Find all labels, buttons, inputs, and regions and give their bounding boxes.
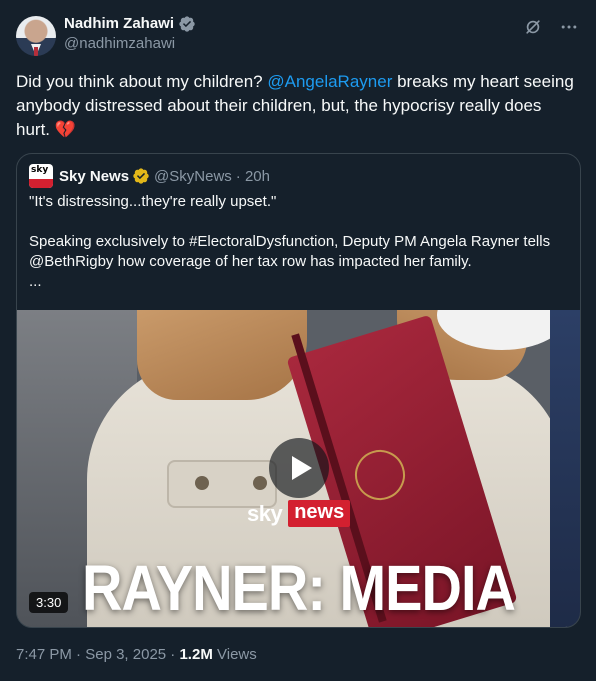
tweet-text-before: Did you think about my children? [16,72,268,91]
tweet-text: Did you think about my children? @Angela… [16,70,576,142]
video-player[interactable]: sky news RAYNER: MEDIA INTRUSION 3:30 [17,310,580,627]
footer-sep-1: · [76,646,86,663]
more-icon-svg [561,25,577,29]
header-actions [522,14,580,38]
sky-logo-bar [29,179,53,188]
author-names: Nadhim Zahawi @nadhimzahawi [64,14,196,54]
video-duration: 3:30 [29,592,69,613]
quote-line-1: "It's distressing...they're really upset… [29,193,277,210]
quoted-tweet[interactable]: sky Sky News @SkyNews · 20h "It's distre… [16,153,581,628]
quote-time[interactable]: · 20h [236,168,270,185]
quote-handle[interactable]: @SkyNews [154,168,232,185]
more-icon[interactable] [558,16,580,38]
brand-sky: sky [247,500,283,526]
video-button-2 [253,476,267,490]
quote-line-2: Speaking exclusively to #ElectoralDysfun… [29,233,551,270]
tweet-time[interactable]: 7:47 PM [16,646,72,663]
grok-icon-svg [526,20,540,34]
sky-news-avatar[interactable]: sky [29,164,53,188]
quote-display-name[interactable]: Sky News [59,168,129,185]
gold-verified-icon [133,168,149,184]
mention-link[interactable]: @AngelaRayner [267,72,392,91]
sky-logo-text: sky [31,165,49,175]
video-headline-1: RAYNER: MEDIA [82,551,516,624]
quote-line-3: ... [29,273,42,290]
avatar[interactable] [16,16,56,56]
grok-icon[interactable] [522,16,544,38]
play-icon [291,456,312,480]
avatar-tie [34,47,38,56]
video-button-1 [195,476,209,490]
sky-news-watermark: sky news [247,500,351,527]
brand-news: news [288,500,351,527]
broken-heart-emoji: 💔 [54,120,76,139]
tweet-footer: 7:47 PM · Sep 3, 2025 · 1.2M Views [16,646,257,663]
play-button[interactable] [269,438,329,498]
verified-badge-icon[interactable] [178,15,196,33]
quote-gap [29,212,568,232]
video-hair-left [137,310,307,400]
views-count[interactable]: 1.2M [179,646,212,663]
tweet: Nadhim Zahawi @nadhimzahawi Did you thin… [0,0,596,681]
author-display-name[interactable]: Nadhim Zahawi [64,14,174,34]
author-handle[interactable]: @nadhimzahawi [64,34,196,54]
tweet-date[interactable]: Sep 3, 2025 [85,646,166,663]
views-label: Views [217,646,257,663]
quote-text: "It's distressing...they're really upset… [17,186,580,292]
video-headline-2: INTRUSION [17,616,580,627]
display-name-row: Nadhim Zahawi [64,14,196,34]
tweet-header: Nadhim Zahawi @nadhimzahawi [16,14,580,60]
quote-header: sky Sky News @SkyNews · 20h [17,154,580,188]
